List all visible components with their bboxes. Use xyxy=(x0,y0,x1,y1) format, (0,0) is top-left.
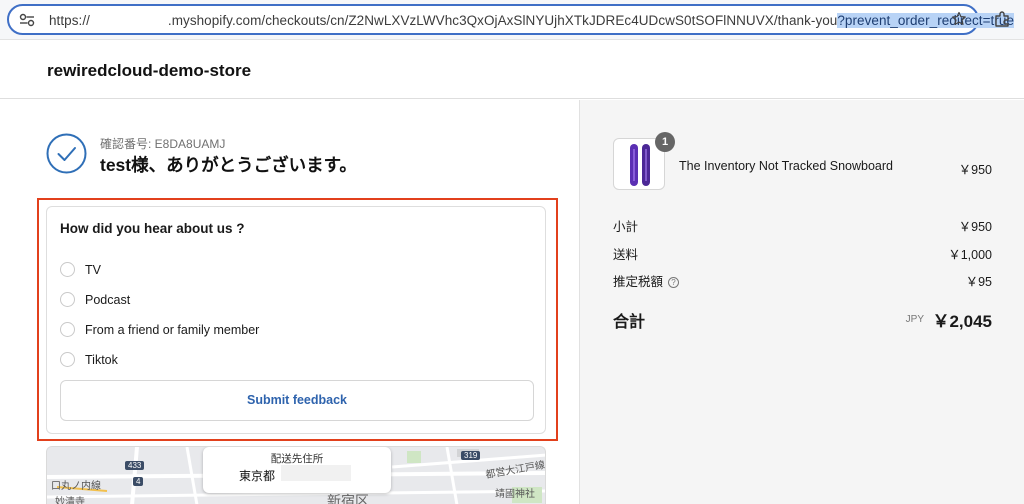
subtotal-label: 小計 xyxy=(613,220,639,234)
bookmark-star-icon[interactable] xyxy=(951,11,967,27)
survey-title: How did you hear about us ? xyxy=(60,221,245,236)
thank-you-heading: test様、ありがとうございます。 xyxy=(100,155,357,175)
site-settings-icon[interactable] xyxy=(19,13,35,27)
survey-option-tiktok[interactable]: Tiktok xyxy=(60,352,118,367)
option-label: Podcast xyxy=(85,292,131,307)
survey-card: How did you hear about us ? TV Podcast F… xyxy=(46,206,546,434)
url-main: .myshopify.com/checkouts/cn/Z2NwLXVzLWVh… xyxy=(167,13,838,28)
url-text[interactable]: https:// .myshopify.com/checkouts/cn/Z2Nw… xyxy=(49,13,1015,28)
radio-button[interactable] xyxy=(60,292,75,307)
option-label: From a friend or family member xyxy=(85,322,260,337)
total-label: 合計 xyxy=(613,314,646,331)
tax-row-label: 推定税額? xyxy=(613,271,680,290)
route-433-marker: 433 xyxy=(125,461,145,470)
radio-button[interactable] xyxy=(60,322,75,337)
radio-button[interactable] xyxy=(60,262,75,277)
map-label-myogadani: 妙清寺 xyxy=(55,497,85,504)
shipping-label: 送料 xyxy=(613,248,639,262)
shipping-address-card: 配送先住所 東京都 xyxy=(203,447,391,493)
url-prefix: https:// xyxy=(49,13,90,28)
map-label-yasukuni: 靖國神社 xyxy=(495,489,535,500)
address-title: 配送先住所 xyxy=(270,453,324,465)
subtotal-value: ￥950 xyxy=(958,220,992,234)
shipping-map[interactable]: 433 4 319 口丸ノ内線 妙清寺 都営大江戸線 新宿区 靖國神社 配送先住… xyxy=(46,446,546,504)
extensions-icon[interactable] xyxy=(993,10,1011,28)
product-name: The Inventory Not Tracked Snowboard xyxy=(679,159,894,173)
option-label: Tiktok xyxy=(85,352,118,367)
quantity-badge: 1 xyxy=(655,132,675,152)
total-currency: JPY xyxy=(905,314,924,325)
total-value: ￥2,045 xyxy=(932,312,992,331)
checkmark-circle-icon xyxy=(46,133,87,174)
tax-value: ￥95 xyxy=(965,275,992,289)
survey-option-podcast[interactable]: Podcast xyxy=(60,292,130,307)
address-prefecture: 東京都 xyxy=(239,469,276,483)
survey-option-tv[interactable]: TV xyxy=(60,262,101,277)
survey-option-friend-family[interactable]: From a friend or family member xyxy=(60,322,259,337)
order-summary-panel: 1 The Inventory Not Tracked Snowboard ￥9… xyxy=(579,100,1024,504)
store-header: rewiredcloud-demo-store xyxy=(0,40,1024,99)
route-319-marker: 319 xyxy=(461,451,481,460)
option-label: TV xyxy=(85,262,101,277)
submit-feedback-button[interactable]: Submit feedback xyxy=(60,380,534,421)
url-selected-query: ?prevent_order_redirect=true xyxy=(837,13,1015,28)
shipping-value: ￥1,000 xyxy=(948,248,992,262)
product-price: ￥950 xyxy=(958,163,992,177)
confirmation-number: 確認番号: E8DA8UAMJ xyxy=(100,137,226,151)
browser-toolbar: https:// .myshopify.com/checkouts/cn/Z2Nw… xyxy=(0,0,1024,40)
address-bar[interactable]: https:// .myshopify.com/checkouts/cn/Z2Nw… xyxy=(7,4,1015,35)
help-icon[interactable]: ? xyxy=(668,277,680,288)
route-4-marker: 4 xyxy=(133,477,144,486)
address-redacted xyxy=(281,465,351,481)
map-label-marunouchi: 口丸ノ内線 xyxy=(51,481,101,492)
radio-button[interactable] xyxy=(60,352,75,367)
tax-label: 推定税額 xyxy=(613,275,664,289)
store-name[interactable]: rewiredcloud-demo-store xyxy=(47,61,251,81)
